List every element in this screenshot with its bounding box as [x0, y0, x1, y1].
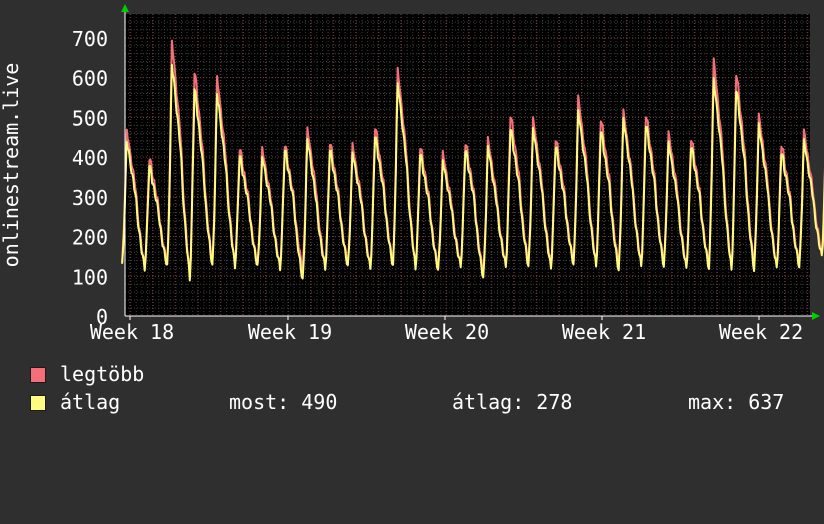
y-axis-label: onlinestream.live	[0, 63, 23, 268]
y-tick-label: 500	[72, 106, 108, 130]
legend-item-max: legtöbb	[30, 363, 144, 385]
y-tick-label: 600	[72, 67, 108, 91]
y-tick-label: 300	[72, 186, 108, 210]
stat-max: max: 637	[688, 390, 785, 414]
legend-label-avg: átlag	[60, 390, 121, 414]
x-axis-arrow-icon	[812, 312, 820, 320]
y-tick-label: 200	[72, 226, 108, 250]
stat-most: most: 490	[229, 390, 338, 414]
chart-area: 0100200300400500600700Week 18 Week 19 Week…	[0, 4, 824, 344]
y-tick-label: 100	[72, 265, 108, 289]
legend-label-max: legtöbb	[60, 362, 145, 386]
x-tick-label: Week 19	[248, 320, 332, 344]
y-tick-label: 700	[72, 27, 108, 51]
y-tick-label: 400	[72, 146, 108, 170]
legend-item-avg: átlag most: 490 átlag: 278 max: 637	[30, 391, 820, 413]
y-axis-arrow-icon	[121, 4, 129, 12]
legend-swatch-max	[30, 367, 46, 383]
x-tick-label: Week 21	[562, 320, 646, 344]
stat-average: átlag: 278	[452, 390, 573, 414]
legend-swatch-avg	[30, 395, 46, 411]
x-tick-label: Week 20	[405, 320, 489, 344]
x-tick-label: Week 18	[90, 320, 174, 344]
x-tick-label: Week 22	[719, 320, 803, 344]
